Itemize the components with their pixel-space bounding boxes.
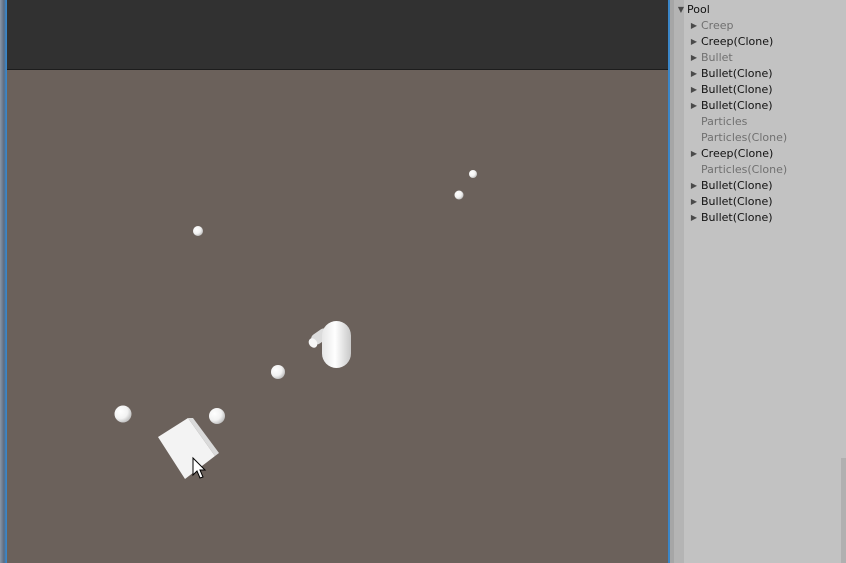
hierarchy-item[interactable]: ▶ Bullet(Clone) bbox=[674, 98, 844, 114]
hierarchy-item-label: Bullet(Clone) bbox=[701, 99, 773, 112]
hierarchy-item[interactable]: Particles bbox=[674, 114, 844, 130]
hierarchy-tree: ▼ Pool ▶ Creep ▶ Creep(Clone) ▶ Bullet ▶ Bullet… bbox=[674, 2, 844, 226]
hierarchy-item[interactable]: ▶ Creep(Clone) bbox=[674, 146, 844, 162]
scene-view-edge bbox=[0, 0, 7, 563]
bullet-sphere bbox=[209, 408, 225, 424]
hierarchy-item-pool[interactable]: ▼ Pool bbox=[674, 2, 844, 18]
hierarchy-item-label: Particles(Clone) bbox=[701, 131, 788, 144]
hierarchy-item[interactable]: ▶ Bullet bbox=[674, 50, 844, 66]
hierarchy-item[interactable]: ▶ Creep bbox=[674, 18, 844, 34]
hierarchy-scroll-edge bbox=[841, 458, 846, 563]
bullet-sphere bbox=[271, 365, 285, 379]
triangle-right-icon[interactable]: ▶ bbox=[689, 194, 699, 210]
hierarchy-item-label: Creep bbox=[701, 19, 734, 32]
hierarchy-item-label: Particles(Clone) bbox=[701, 163, 788, 176]
game-scene[interactable] bbox=[7, 0, 668, 563]
triangle-right-icon[interactable]: ▶ bbox=[689, 18, 699, 34]
hierarchy-item-label: Particles bbox=[701, 115, 748, 128]
bullet-sphere bbox=[454, 190, 464, 200]
triangle-right-icon[interactable]: ▶ bbox=[689, 66, 699, 82]
hierarchy-item[interactable]: Particles(Clone) bbox=[674, 162, 844, 178]
hierarchy-item-label: Bullet(Clone) bbox=[701, 211, 773, 224]
hierarchy-item[interactable]: Particles(Clone) bbox=[674, 130, 844, 146]
triangle-right-icon[interactable]: ▶ bbox=[689, 82, 699, 98]
creep-cube bbox=[158, 418, 219, 479]
hierarchy-item[interactable]: ▶ Bullet(Clone) bbox=[674, 210, 844, 226]
hierarchy-item[interactable]: ▶ Creep(Clone) bbox=[674, 34, 844, 50]
triangle-right-icon[interactable]: ▶ bbox=[689, 50, 699, 66]
hierarchy-item-label: Bullet(Clone) bbox=[701, 195, 773, 208]
hierarchy-item-label: Bullet(Clone) bbox=[701, 67, 773, 80]
triangle-right-icon[interactable]: ▶ bbox=[689, 34, 699, 50]
bullet-sphere bbox=[193, 226, 203, 236]
triangle-down-icon[interactable]: ▼ bbox=[676, 2, 686, 18]
hierarchy-item[interactable]: ▶ Bullet(Clone) bbox=[674, 178, 844, 194]
hierarchy-item[interactable]: ▶ Bullet(Clone) bbox=[674, 66, 844, 82]
hierarchy-item[interactable]: ▶ Bullet(Clone) bbox=[674, 82, 844, 98]
game-view[interactable] bbox=[7, 0, 668, 563]
hierarchy-item-label: Bullet(Clone) bbox=[701, 179, 773, 192]
hierarchy-item-label: Creep(Clone) bbox=[701, 147, 774, 160]
triangle-right-icon[interactable]: ▶ bbox=[689, 98, 699, 114]
hierarchy-item-label: Creep(Clone) bbox=[701, 35, 774, 48]
hierarchy-item-label: Pool bbox=[687, 3, 710, 16]
player-capsule bbox=[322, 321, 351, 368]
bullet-sphere bbox=[469, 170, 477, 178]
hierarchy-item[interactable]: ▶ Bullet(Clone) bbox=[674, 194, 844, 210]
bullet-sphere bbox=[114, 405, 132, 423]
hierarchy-item-label: Bullet bbox=[701, 51, 733, 64]
unity-editor: ▼ Pool ▶ Creep ▶ Creep(Clone) ▶ Bullet ▶ Bullet… bbox=[0, 0, 846, 563]
triangle-right-icon[interactable]: ▶ bbox=[689, 146, 699, 162]
hierarchy-item-label: Bullet(Clone) bbox=[701, 83, 773, 96]
triangle-right-icon[interactable]: ▶ bbox=[689, 210, 699, 226]
triangle-right-icon[interactable]: ▶ bbox=[689, 178, 699, 194]
